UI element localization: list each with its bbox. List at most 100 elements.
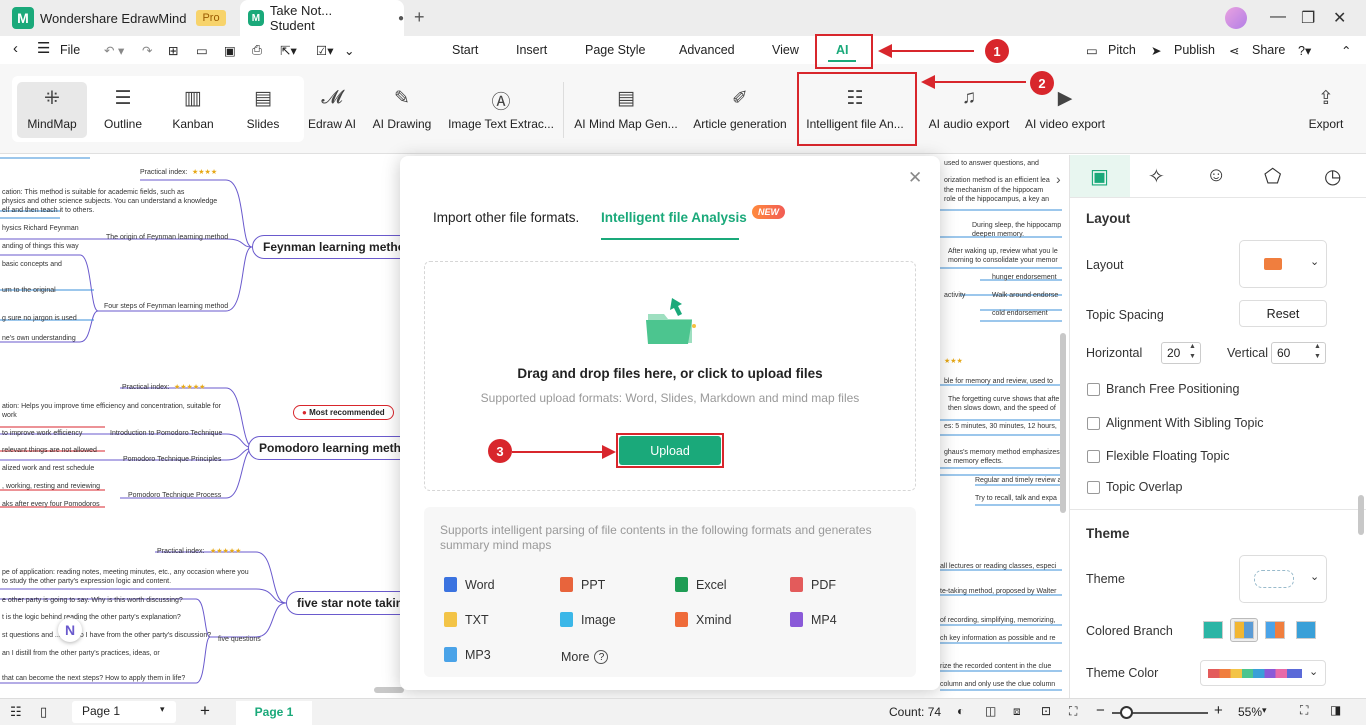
horizontal-stepper-icon[interactable]: ▲ ▼ [1189, 342, 1196, 362]
document-tab[interactable]: M Take Not... Student ● [240, 0, 404, 36]
page-select[interactable]: Page 1 ▾ [72, 701, 176, 723]
colored-branch-option-2[interactable] [1234, 621, 1254, 639]
edraw-ai-button[interactable]: 𝓜 Edraw AI [304, 64, 360, 154]
ai-drawing-button[interactable]: ✎ AI Drawing [368, 64, 436, 154]
publish-icon[interactable]: ➤ [1151, 43, 1161, 58]
topic-overlap-checkbox[interactable] [1087, 481, 1100, 494]
view-kanban[interactable]: ▥ Kanban [160, 64, 226, 154]
undo-icon[interactable]: ↶ ▾ [104, 43, 124, 58]
publish-button[interactable]: Publish [1174, 43, 1215, 57]
back-arrow-icon[interactable]: ‹ [13, 40, 18, 57]
restore-icon[interactable]: ❐ [1301, 8, 1315, 28]
zoom-level[interactable]: 55% [1238, 705, 1262, 719]
format-mp3: MP3 [444, 647, 491, 662]
ai-audio-export-button[interactable]: ♫ AI audio export [924, 64, 1014, 154]
menu-tab-start[interactable]: Start [452, 43, 478, 57]
menu-tab-view[interactable]: View [772, 43, 799, 57]
tab-import-other-formats[interactable]: Import other file formats. [433, 210, 579, 225]
close-dialog-icon[interactable]: ✕ [908, 168, 922, 188]
annotation-arrowhead-2 [921, 75, 935, 89]
panel-expand-chevron-icon[interactable]: › [1056, 171, 1061, 187]
format-image: Image [560, 612, 616, 627]
export-share-icon[interactable]: ⇱▾ [280, 43, 297, 58]
ai-mind-map-gen-button[interactable]: ▤ AI Mind Map Gen... [572, 64, 680, 154]
export-button[interactable]: ⇪ Export [1300, 64, 1352, 154]
present-icon[interactable]: ⛶ [1300, 703, 1308, 718]
new-tab-plus-icon[interactable]: + [414, 7, 425, 28]
pdf-file-icon [790, 577, 803, 592]
horizontal-scrollbar[interactable] [374, 687, 404, 693]
page-tab[interactable]: Page 1 [236, 701, 312, 725]
panel-scrollbar[interactable] [1358, 495, 1364, 535]
alignment-sibling-checkbox[interactable] [1087, 417, 1100, 430]
print-icon[interactable]: ⎙ [252, 43, 262, 58]
zoom-chevron-icon[interactable]: ▾ [1262, 705, 1267, 716]
fit-screen-icon[interactable]: ⊡ [1041, 704, 1051, 718]
view-mindmap[interactable]: ⁜ MindMap [17, 64, 87, 154]
branch-free-checkbox[interactable] [1087, 383, 1100, 396]
most-recommended-tag[interactable]: ● Most recommended [293, 405, 394, 420]
fit-width-icon[interactable]: ⧈ [1013, 704, 1021, 719]
unsaved-dot-icon[interactable]: ● [398, 13, 404, 24]
view-slides[interactable]: ▤ Slides [230, 64, 296, 154]
close-window-icon[interactable]: ✕ [1333, 8, 1346, 28]
layout-chevron-down-icon: ⌄ [1310, 256, 1320, 268]
focus-mode-icon[interactable]: ◐ [957, 704, 964, 718]
pitch-icon[interactable]: ▭ [1086, 43, 1098, 58]
layout-style-icon[interactable]: ▣ [1090, 164, 1109, 189]
hamburger-menu-icon[interactable]: ☰ [37, 39, 50, 57]
more-chevron-icon[interactable]: ⌄ [344, 43, 354, 58]
redo-icon[interactable]: ↷ [142, 43, 152, 58]
menu-tab-insert[interactable]: Insert [516, 43, 547, 57]
zoom-out-icon[interactable]: − [1096, 702, 1105, 719]
history-clock-icon[interactable]: ◷ [1324, 164, 1341, 189]
note-l-4: hysics Richard Feynman [2, 225, 79, 232]
fit-page-icon[interactable]: ▯ [40, 704, 47, 720]
minimize-icon[interactable]: — [1270, 8, 1286, 26]
toggle-panel-icon[interactable]: ◨ [1330, 703, 1341, 717]
file-menu[interactable]: File [60, 43, 80, 57]
theme-color-dropdown[interactable]: ⌄ [1200, 660, 1326, 686]
open-folder-icon[interactable]: ▭ [196, 43, 208, 58]
ai-assistant-float-icon[interactable]: N [58, 618, 82, 642]
add-page-icon[interactable]: + [200, 701, 210, 721]
vertical-stepper-icon[interactable]: ▲ ▼ [1314, 342, 1321, 362]
zoom-slider-thumb[interactable] [1120, 706, 1133, 719]
zoom-in-icon[interactable]: + [1214, 702, 1223, 719]
topic-feynman[interactable]: Feynman learning method [252, 235, 424, 259]
theme-icon[interactable]: ⬠ [1264, 164, 1281, 189]
emoji-icon[interactable]: ☺ [1206, 164, 1226, 187]
share-button[interactable]: Share [1252, 43, 1285, 57]
reset-spacing-button[interactable]: Reset [1239, 300, 1327, 327]
colored-branch-option-4[interactable] [1296, 621, 1316, 639]
kanban-icon: ▥ [184, 88, 202, 109]
fullscreen-icon[interactable]: ⛶ [1069, 704, 1077, 719]
menu-tab-advanced[interactable]: Advanced [679, 43, 735, 57]
article-generation-button[interactable]: ✐ Article generation [690, 64, 790, 154]
ai-sparkle-icon[interactable]: ✧ [1148, 164, 1165, 189]
share-icon[interactable]: ⋖ [1229, 43, 1239, 58]
vertical-scrollbar[interactable] [1060, 333, 1066, 513]
more-formats-link[interactable]: More? [561, 650, 609, 664]
flexible-floating-checkbox[interactable] [1087, 450, 1100, 463]
avatar[interactable] [1225, 7, 1247, 29]
app-tab[interactable]: M Wondershare EdrawMind Pro [0, 0, 238, 36]
new-file-icon[interactable]: ⊞ [168, 43, 178, 58]
upload-button[interactable]: Upload [619, 436, 721, 465]
tab-intelligent-file-analysis[interactable]: Intelligent file Analysis [601, 210, 747, 225]
colored-branch-option-1[interactable] [1203, 621, 1223, 639]
collapse-ribbon-icon[interactable]: ⌃ [1341, 43, 1351, 58]
view-outline[interactable]: ☰ Outline [90, 64, 156, 154]
drop-zone-subtitle: Supported upload formats: Word, Slides, … [480, 391, 860, 405]
pitch-button[interactable]: Pitch [1108, 43, 1136, 57]
theme-dropdown[interactable]: ⌄ [1239, 555, 1327, 603]
layout-dropdown[interactable]: ⌄ [1239, 240, 1327, 288]
book-icon[interactable]: ◫ [985, 704, 996, 718]
save-icon[interactable]: ▣ [224, 43, 236, 58]
page-list-icon[interactable]: ☷ [10, 704, 22, 720]
image-text-extract-button[interactable]: Ⓐ Image Text Extrac... [448, 64, 554, 154]
help-icon[interactable]: ?▾ [1298, 43, 1311, 58]
colored-branch-option-3[interactable] [1265, 621, 1285, 639]
task-icon[interactable]: ☑▾ [316, 43, 333, 58]
menu-tab-page-style[interactable]: Page Style [585, 43, 645, 57]
